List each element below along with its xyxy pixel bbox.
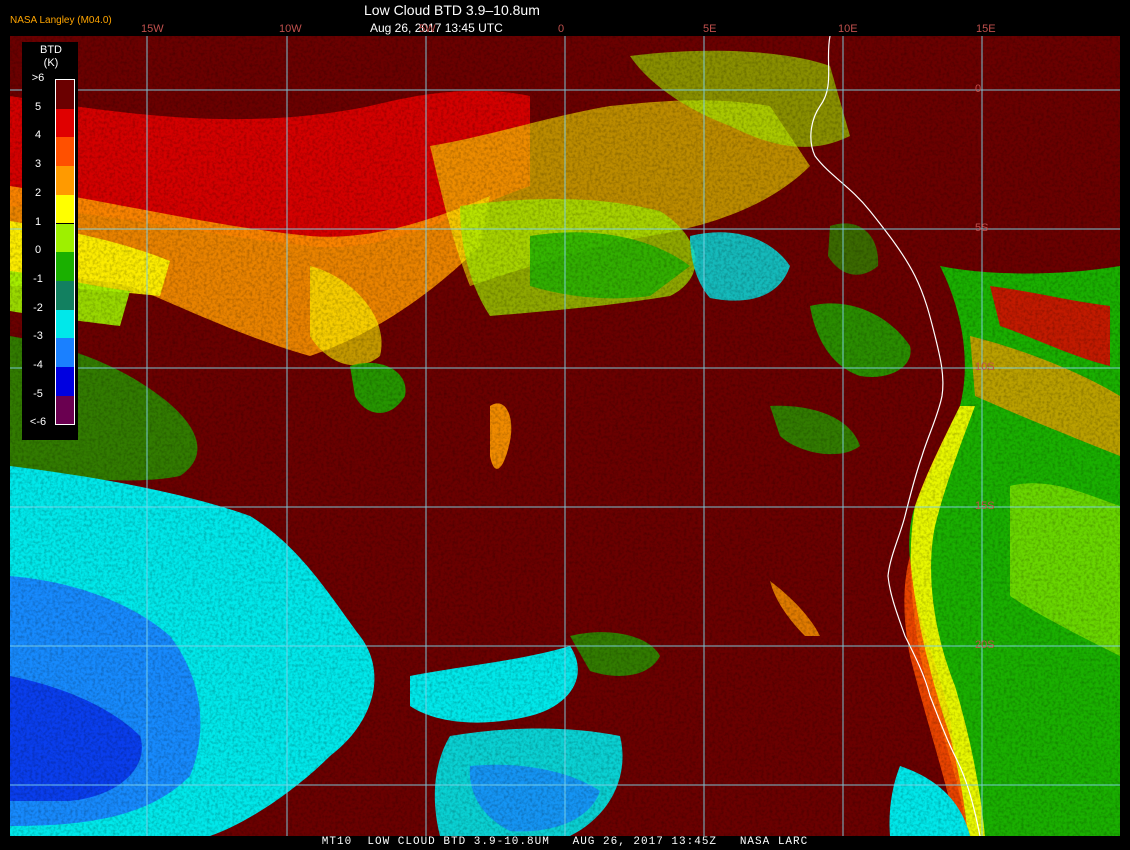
footer-caption: MT10 LOW CLOUD BTD 3.9-10.8UM AUG 26, 20… <box>321 836 809 848</box>
lat-label-5s: 5S <box>975 222 989 234</box>
lon-label-15w: 15W <box>141 23 164 35</box>
credit-label: NASA Langley (M04.0) <box>10 15 112 26</box>
lat-label-20s: 20S <box>975 639 995 651</box>
lon-label-5w: 5W <box>419 23 436 35</box>
satellite-map <box>10 36 1120 836</box>
header-bar: NASA Langley (M04.0) Low Cloud BTD 3.9–1… <box>0 0 1130 36</box>
legend-label: -2 <box>33 301 43 314</box>
image-datetime: Aug 26, 2017 13:45 UTC <box>370 21 503 35</box>
lon-label-0: 0 <box>558 23 565 35</box>
legend-label: 0 <box>34 244 42 257</box>
legend-label: -5 <box>33 387 43 400</box>
footer-bar: MT10 LOW CLOUD BTD 3.9-10.8UM AUG 26, 20… <box>0 836 1130 850</box>
legend-frame <box>55 79 75 426</box>
legend-label: <-6 <box>29 416 47 429</box>
lat-label-10s: 10S <box>975 361 995 373</box>
legend-label: 5 <box>34 100 42 113</box>
legend-unit: (K) <box>43 57 59 69</box>
image-title: Low Cloud BTD 3.9–10.8um <box>364 2 540 18</box>
legend-label: -3 <box>33 330 43 343</box>
legend-label: 4 <box>34 129 42 142</box>
legend-label: 1 <box>34 215 42 228</box>
color-legend: BTD (K) >6 5 4 3 2 1 0 -1 -2 -3 -4 -5 <-6 <box>22 42 78 440</box>
legend-title: BTD <box>40 44 62 56</box>
lat-label-0: 0 <box>975 83 982 95</box>
legend-label: -4 <box>33 359 43 371</box>
lon-label-10e: 10E <box>838 23 858 35</box>
legend-label: -1 <box>33 272 43 285</box>
lon-label-5e: 5E <box>703 23 717 35</box>
legend-label: 2 <box>34 186 42 199</box>
legend-label: 3 <box>34 158 42 171</box>
legend-label: >6 <box>31 72 45 84</box>
lat-label-15s: 15S <box>975 500 995 512</box>
lon-label-15e: 15E <box>976 23 996 35</box>
lon-label-10w: 10W <box>279 23 302 35</box>
